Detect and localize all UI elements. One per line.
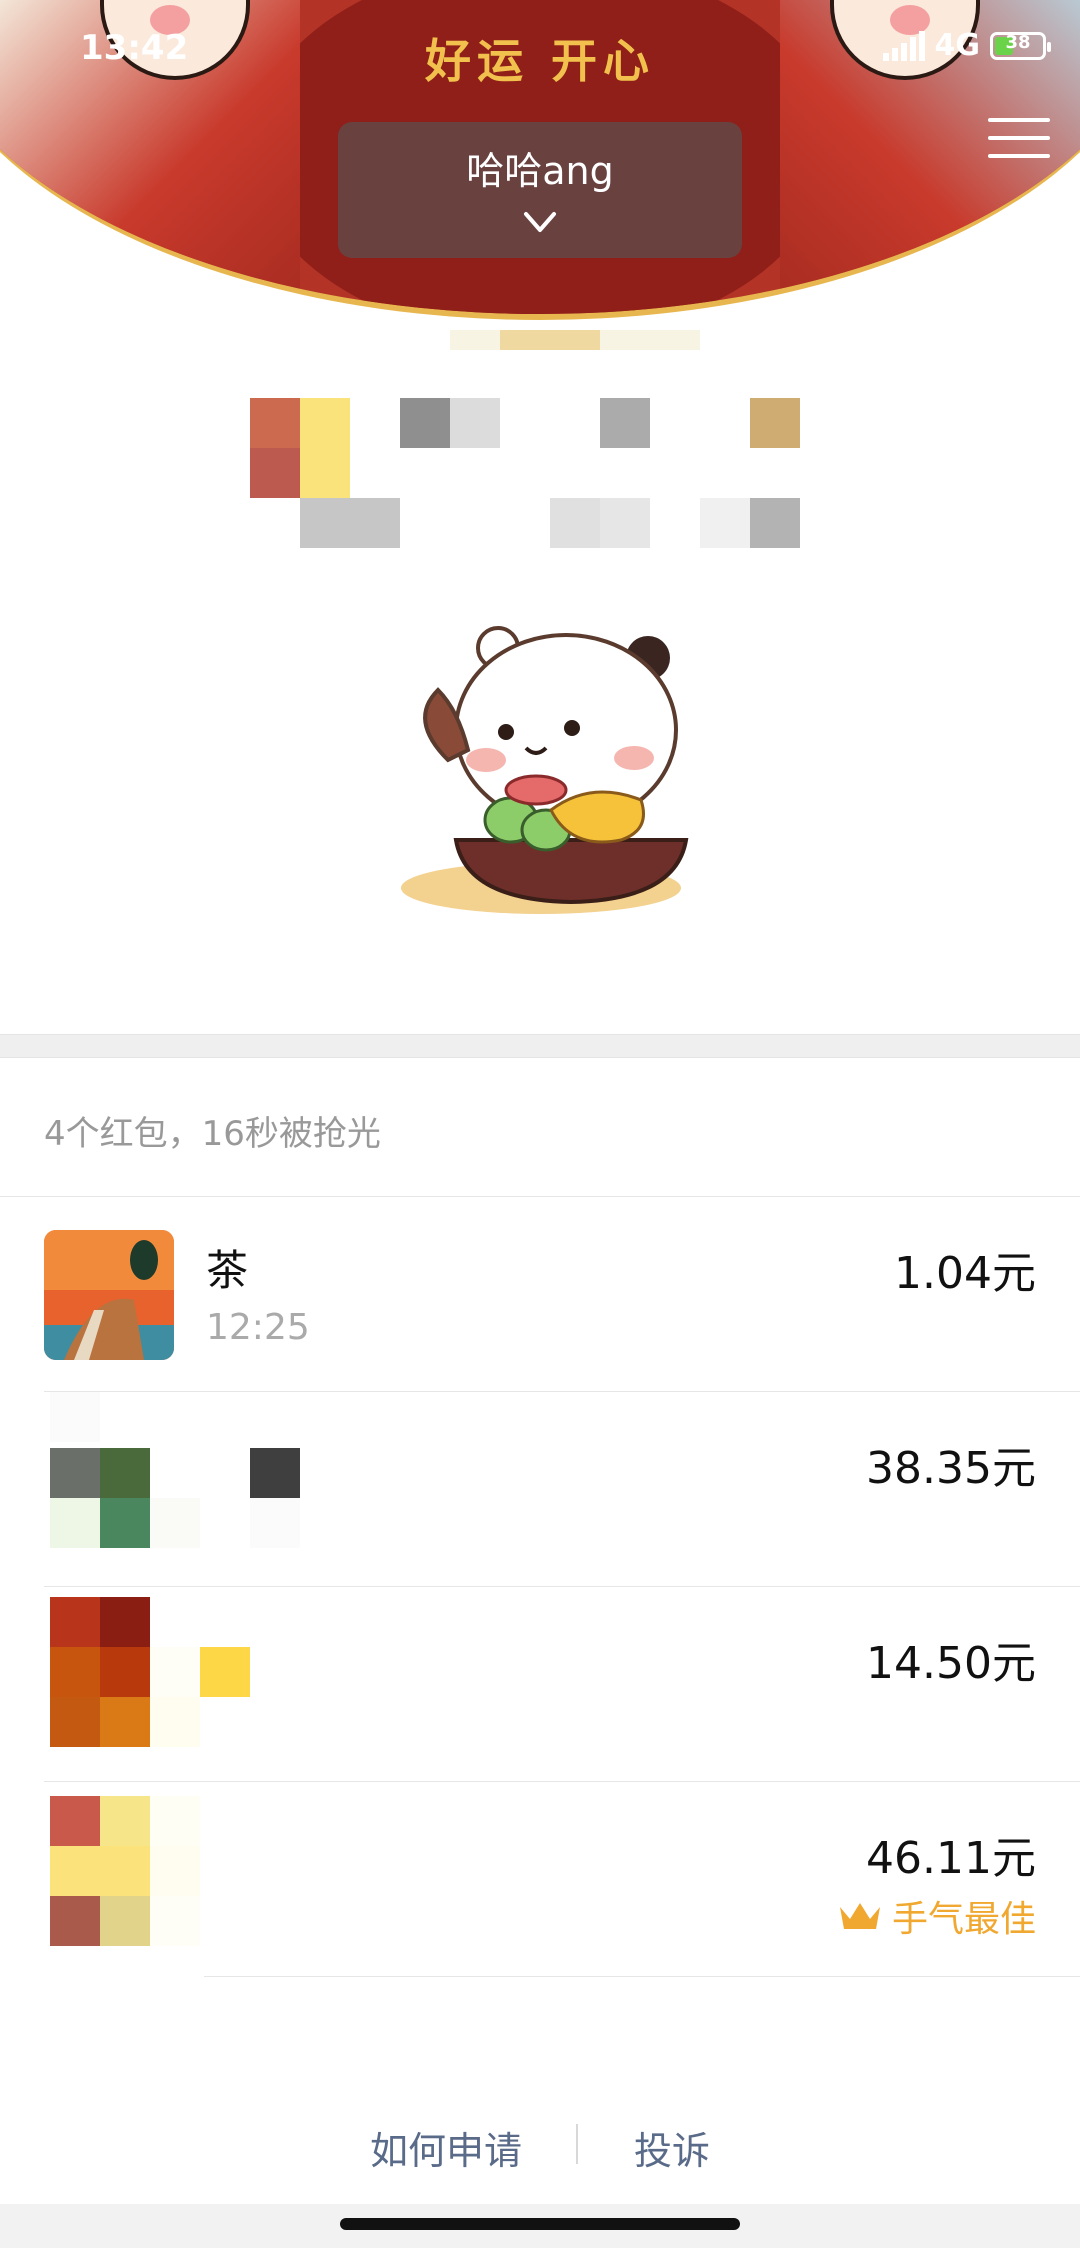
- avatar-image: [44, 1230, 174, 1360]
- battery-percent: 38: [1005, 31, 1031, 53]
- home-indicator[interactable]: [340, 2218, 740, 2230]
- panda-sticker: [401, 626, 689, 914]
- grab-amount: 1.04元: [894, 1248, 1036, 1299]
- blurred-avatar[interactable]: [50, 1392, 300, 1552]
- avatar[interactable]: [44, 1230, 174, 1360]
- divider: [204, 1976, 1080, 1977]
- list-item[interactable]: 38.35元: [0, 1392, 1080, 1587]
- grab-amount: 38.35元: [866, 1443, 1036, 1494]
- section-divider: [0, 1034, 1080, 1058]
- grabber-name: 茶: [206, 1246, 249, 1295]
- chevron-down-icon: [524, 212, 556, 232]
- status-bar: 13:42 4G 38: [0, 0, 1080, 100]
- list-item[interactable]: 46.11元 手气最佳: [0, 1782, 1080, 1977]
- battery-icon: 38: [990, 31, 1051, 60]
- grab-amount: 14.50元: [866, 1638, 1036, 1689]
- grab-time: 12:25: [206, 1307, 310, 1348]
- list-item[interactable]: 茶 12:25 1.04元: [0, 1197, 1080, 1392]
- how-to-apply-link[interactable]: 如何申请: [370, 2120, 522, 2175]
- blurred-avatar[interactable]: [50, 1597, 300, 1757]
- complain-link[interactable]: 投诉: [634, 2120, 710, 2175]
- packet-summary: 4个红包，16秒被抢光: [44, 1114, 381, 1154]
- status-time: 13:42: [80, 28, 189, 68]
- sender-name: 哈哈ang: [466, 149, 614, 193]
- list-item[interactable]: 14.50元: [0, 1587, 1080, 1782]
- menu-icon[interactable]: [988, 118, 1050, 180]
- best-luck-badge: 手气最佳: [838, 1890, 1036, 1942]
- grab-amount: 46.11元: [866, 1833, 1036, 1884]
- blurred-sender-info: [250, 330, 810, 550]
- crown-icon: [839, 1903, 880, 1929]
- network-type: 4G: [934, 28, 981, 63]
- signal-icon: [882, 30, 925, 61]
- footer-separator: [576, 2124, 578, 2164]
- best-luck-label: 手气最佳: [891, 1899, 1036, 1940]
- blurred-avatar[interactable]: [50, 1796, 210, 1956]
- sender-selector[interactable]: 哈哈ang: [338, 122, 742, 258]
- status-icons: 4G 38: [882, 28, 1051, 63]
